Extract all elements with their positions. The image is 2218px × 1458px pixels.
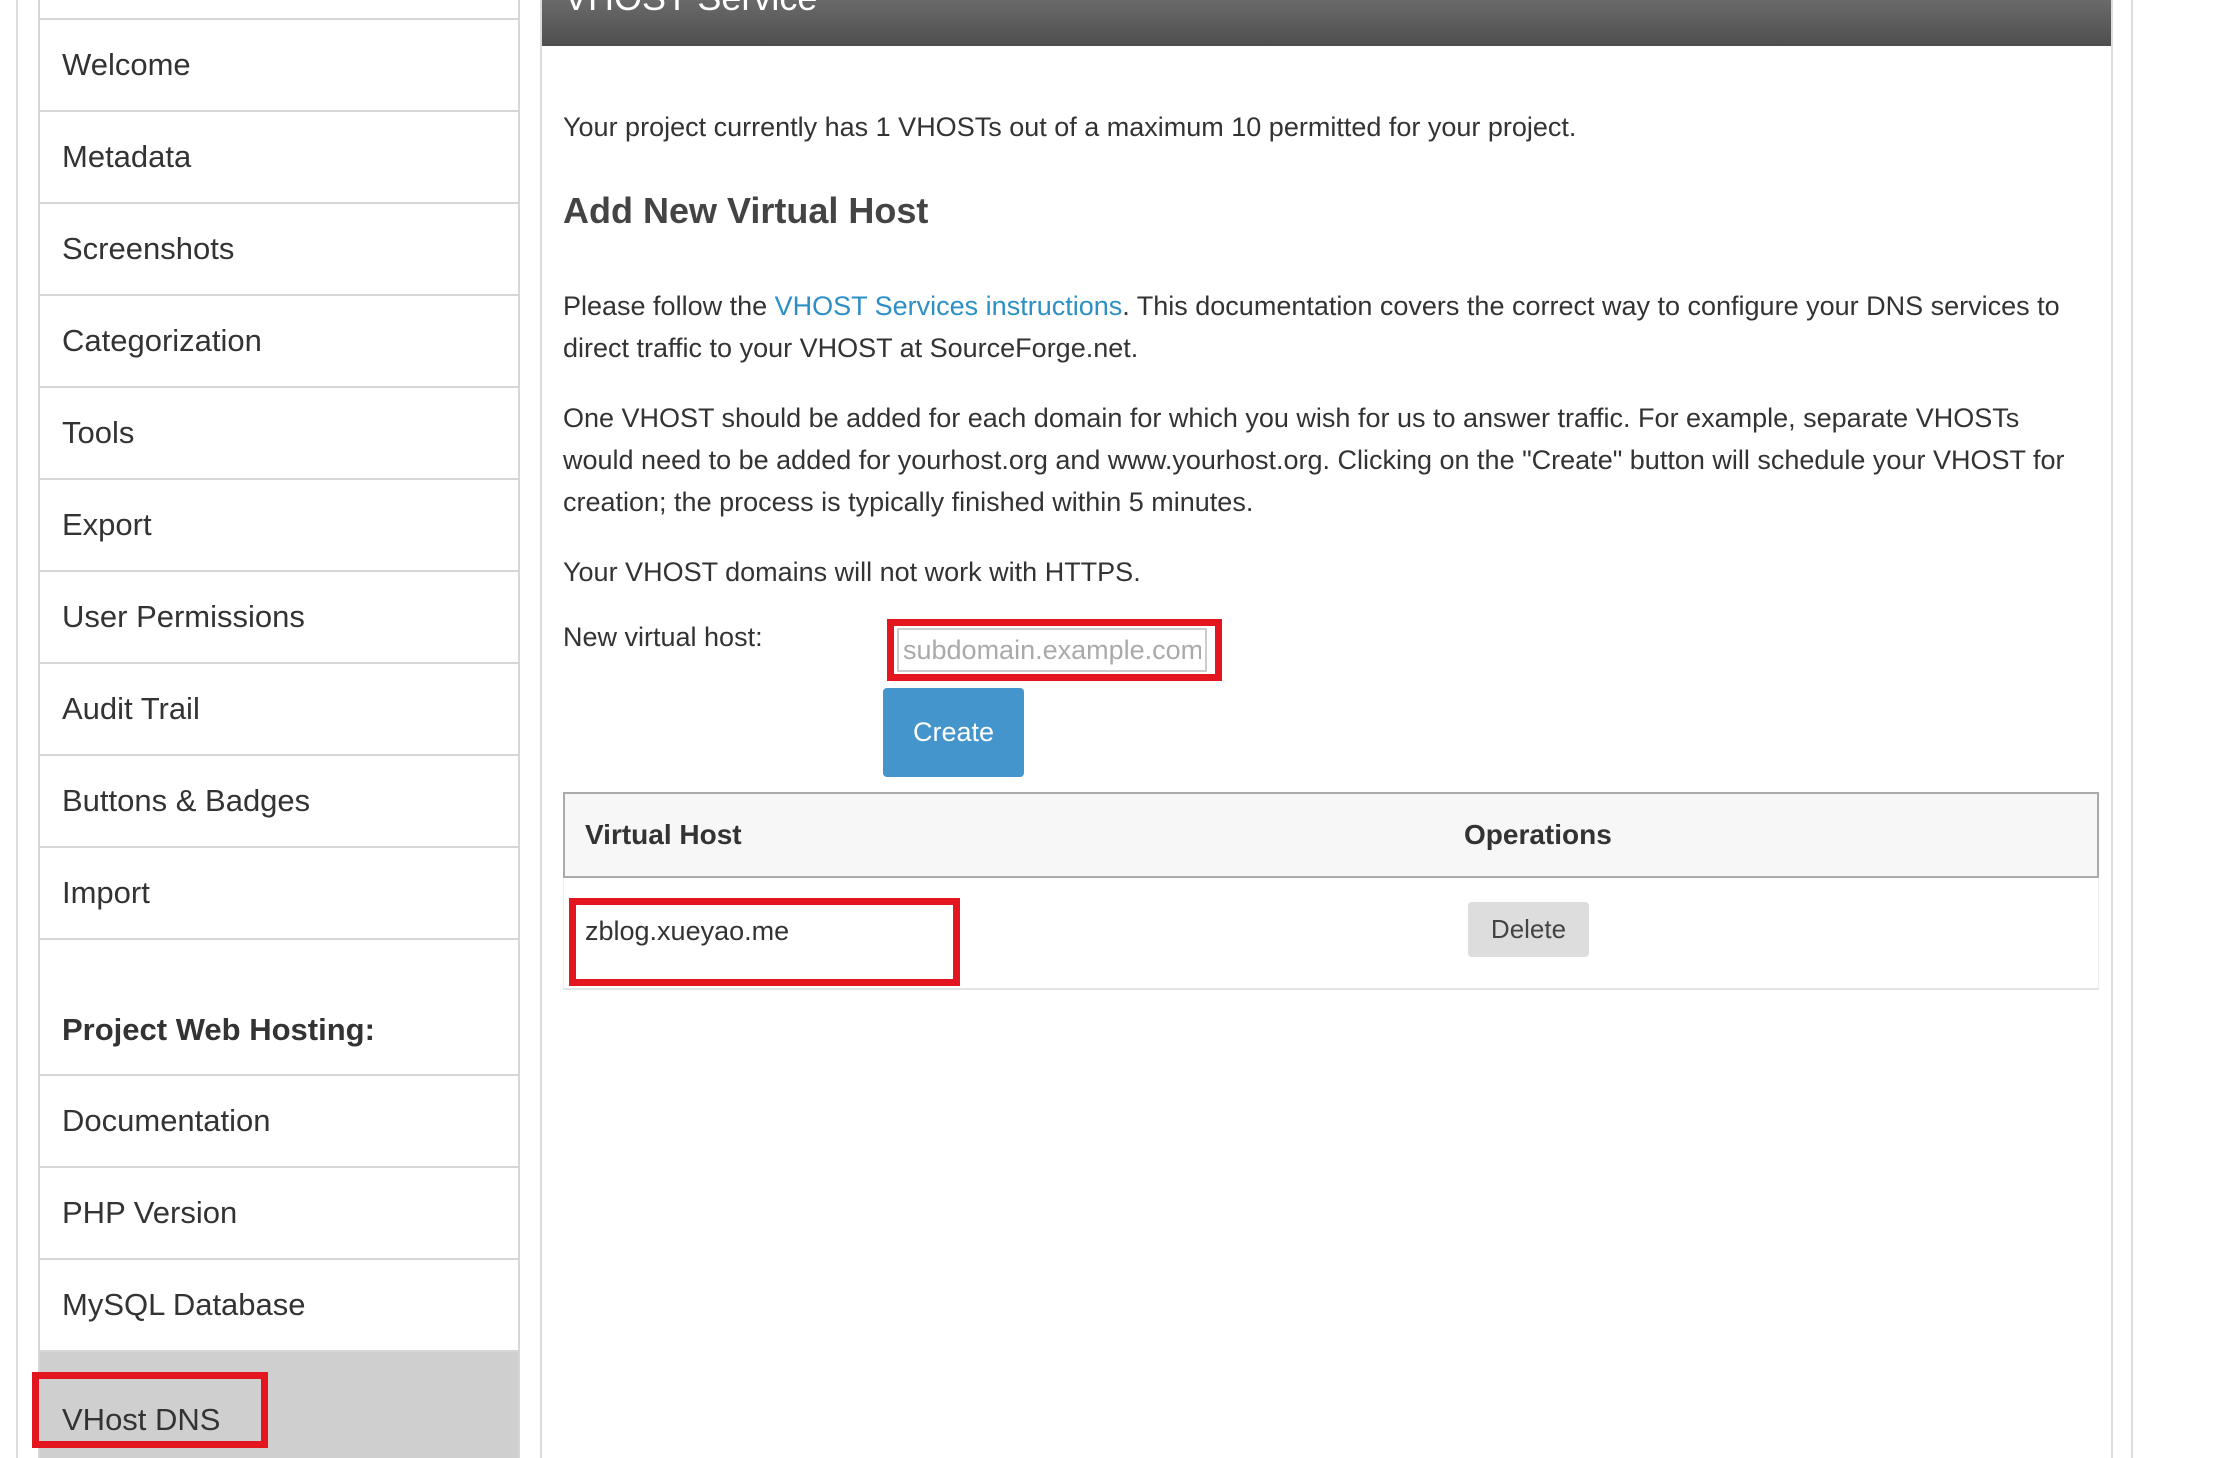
sidebar-item-tools[interactable]: Tools — [40, 388, 518, 480]
column-header-virtual-host: Virtual Host — [585, 819, 742, 850]
new-vhost-label: New virtual host: — [563, 622, 763, 652]
instructions-text: Please follow the VHOST Services instruc… — [563, 285, 2093, 369]
sidebar-item-screenshots[interactable]: Screenshots — [40, 204, 518, 296]
explanation-text: One VHOST should be added for each domai… — [563, 403, 2065, 517]
create-button[interactable]: Create — [883, 688, 1024, 777]
instructions-prefix: Please follow the — [563, 291, 775, 321]
column-header-operations: Operations — [1464, 819, 1612, 850]
delete-button[interactable]: Delete — [1468, 902, 1589, 957]
sidebar-item-categorization[interactable]: Categorization — [40, 296, 518, 388]
sidebar-item-audit-trail[interactable]: Audit Trail — [40, 664, 518, 756]
section-header: VHOST Service — [542, 0, 2111, 46]
sidebar-item-documentation[interactable]: Documentation — [40, 1076, 518, 1168]
section-header-title: VHOST Service — [564, 0, 817, 22]
new-vhost-input[interactable] — [897, 628, 1207, 672]
vhost-table-header: Virtual Host Operations — [563, 792, 2099, 878]
page: Welcome Metadata Screenshots Categorizat… — [0, 0, 2218, 1458]
outer-border-right — [2131, 0, 2133, 1458]
vhost-instructions-link[interactable]: VHOST Services instructions — [775, 291, 1123, 321]
sidebar-item-welcome[interactable]: Welcome — [40, 20, 518, 112]
main-content: VHOST Service Your project currently has… — [540, 0, 2113, 1458]
sidebar-item-export[interactable]: Export — [40, 480, 518, 572]
sidebar-item-vhost-dns[interactable]: VHost DNS — [40, 1352, 518, 1458]
sidebar-item-php-version[interactable]: PHP Version — [40, 1168, 518, 1260]
outer-border-left — [16, 0, 18, 1458]
sidebar-item-mysql-database[interactable]: MySQL Database — [40, 1260, 518, 1352]
sidebar-section-heading: Project Web Hosting: — [40, 940, 518, 1076]
sidebar-item-import[interactable]: Import — [40, 848, 518, 940]
sidebar-item-user-permissions[interactable]: User Permissions — [40, 572, 518, 664]
sidebar-nav: Welcome Metadata Screenshots Categorizat… — [38, 0, 520, 1458]
sidebar-item-buttons-badges[interactable]: Buttons & Badges — [40, 756, 518, 848]
quota-text: Your project currently has 1 VHOSTs out … — [563, 112, 1577, 142]
table-row: zblog.xueyao.me Delete — [563, 878, 2099, 990]
add-vhost-title: Add New Virtual Host — [563, 190, 929, 231]
vhost-name: zblog.xueyao.me — [585, 916, 790, 946]
sidebar-item-metadata[interactable]: Metadata — [40, 112, 518, 204]
https-note: Your VHOST domains will not work with HT… — [563, 557, 1141, 587]
